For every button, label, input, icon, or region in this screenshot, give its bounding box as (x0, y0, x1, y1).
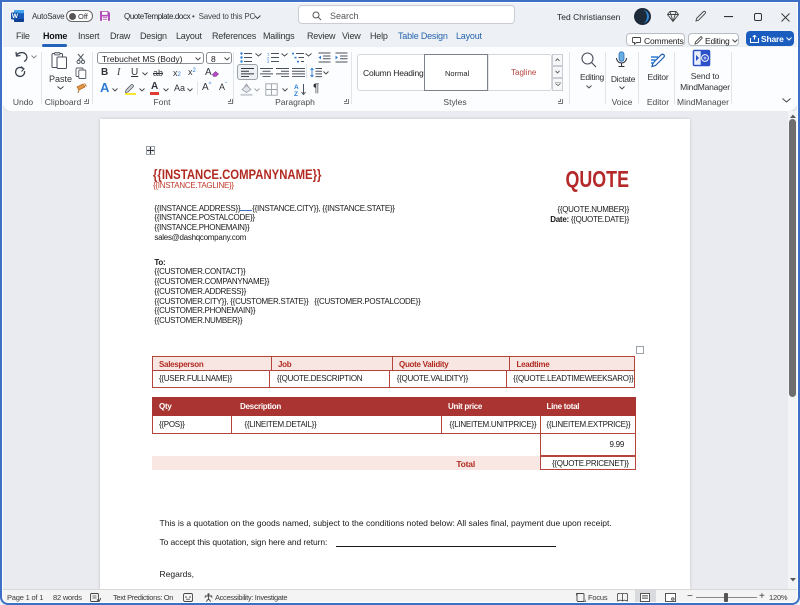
svg-text:W: W (12, 13, 19, 20)
svg-text:Z: Z (294, 91, 298, 96)
svg-text:3: 3 (267, 59, 270, 63)
svg-text:A: A (100, 81, 110, 94)
svg-text:A: A (294, 84, 299, 91)
